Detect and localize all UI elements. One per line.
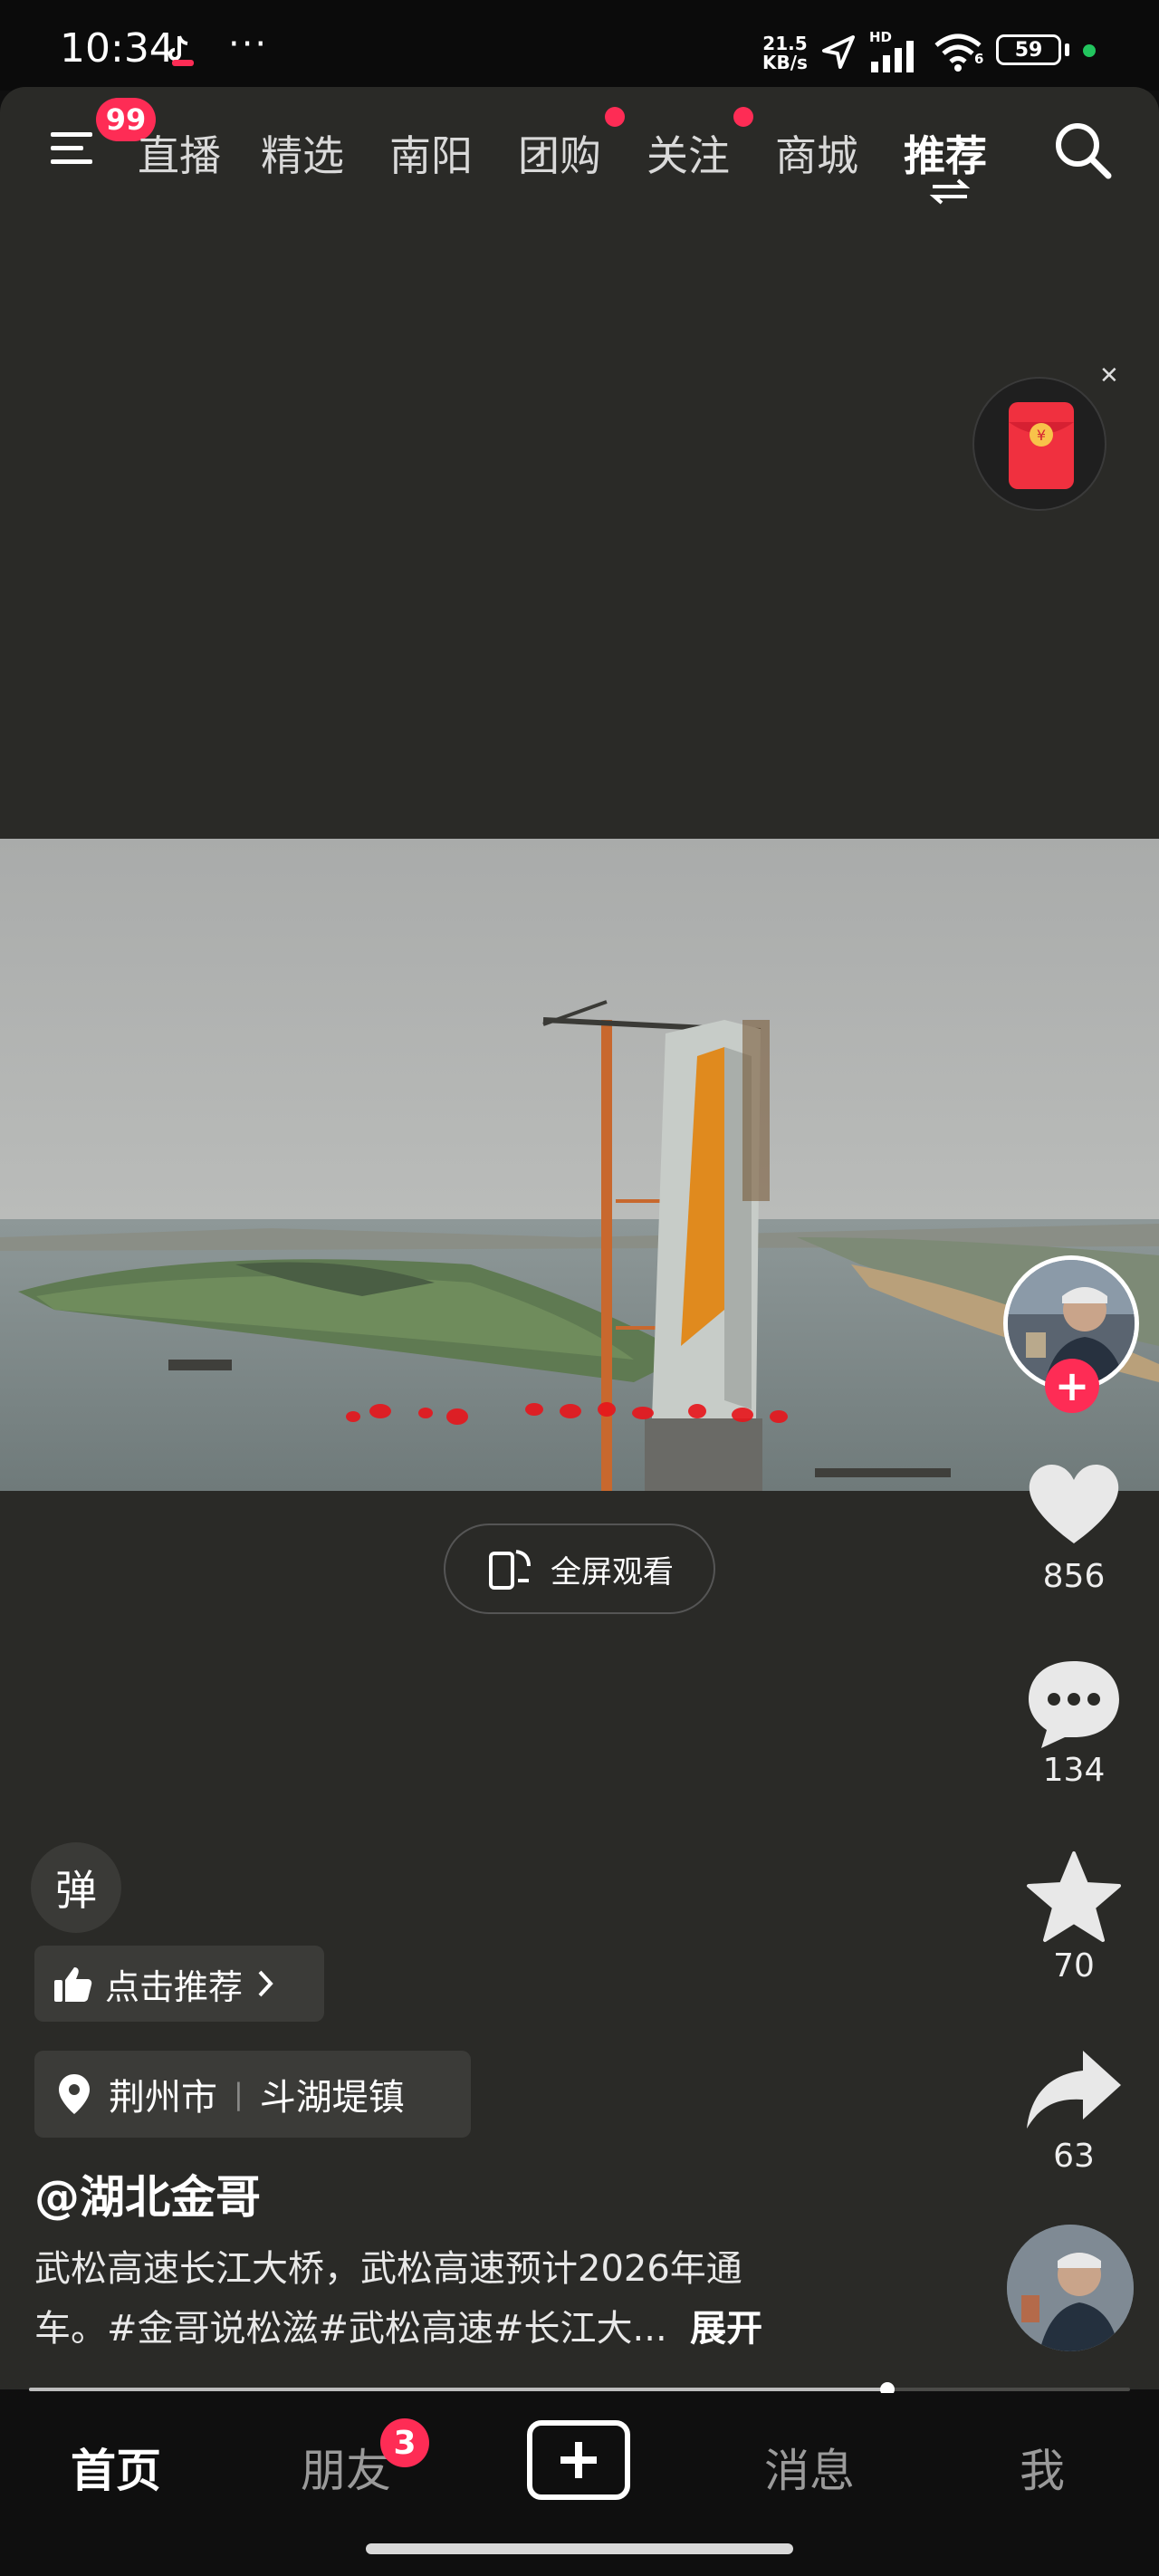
menu-icon[interactable]: [47, 123, 101, 174]
home-indicator[interactable]: [366, 2543, 793, 2554]
star-icon[interactable]: [1020, 1848, 1128, 1947]
video-frame-image: [0, 839, 1159, 1491]
tab-me[interactable]: 我: [1020, 2435, 1065, 2500]
tab-nanyang[interactable]: 南阳: [389, 123, 473, 183]
location-tag[interactable]: 荆州市 | 斗湖堤镇: [34, 2051, 471, 2138]
video-player[interactable]: [0, 839, 1159, 1491]
danmu-label: 弹: [55, 1866, 97, 1915]
caption-line-2: 车。#金哥说松滋#武松高速#长江大...: [34, 2308, 667, 2350]
share-count: 63: [1053, 2138, 1095, 2175]
like-count: 856: [1042, 1558, 1106, 1595]
phone-rotate-icon: [489, 1550, 531, 1590]
status-time: 10:34: [60, 25, 175, 72]
heart-icon[interactable]: [1020, 1453, 1128, 1552]
follow-button[interactable]: +: [1045, 1359, 1099, 1413]
tab-group-buy[interactable]: 团购: [518, 123, 601, 183]
group-buy-dot: [605, 107, 625, 127]
chevron-right-icon: [258, 1970, 273, 1997]
fullscreen-label: 全屏观看: [551, 1553, 674, 1591]
share-icon[interactable]: [1020, 2042, 1128, 2141]
thumbs-up-icon: [54, 1967, 92, 2002]
privacy-indicator: [1083, 44, 1096, 57]
danmu-button[interactable]: 弹: [31, 1842, 121, 1933]
comment-icon[interactable]: [1020, 1654, 1128, 1754]
location-divider: |: [234, 2077, 244, 2111]
fullscreen-button[interactable]: 全屏观看: [444, 1523, 715, 1614]
battery-indicator: 59: [996, 34, 1061, 65]
location-town: 斗湖堤镇: [259, 2077, 405, 2119]
plus-icon: [560, 2442, 597, 2478]
following-dot: [733, 107, 753, 127]
location-arrow-icon: [822, 35, 855, 69]
author-name[interactable]: @湖北金哥: [34, 2161, 261, 2226]
tab-home[interactable]: 首页: [71, 2435, 161, 2500]
wifi-generation: 6: [974, 51, 984, 67]
favorite-count: 70: [1053, 1947, 1095, 1985]
network-speed-unit: KB/s: [762, 52, 808, 73]
tab-friends[interactable]: 朋友: [301, 2435, 391, 2500]
tab-mall[interactable]: 商城: [775, 123, 858, 183]
red-packet-button[interactable]: ¥: [972, 377, 1106, 511]
caption-line-1: 武松高速长江大桥，武松高速预计2026年通: [34, 2248, 742, 2290]
tab-live-label: 直播: [139, 131, 221, 180]
music-disc-image: [1007, 2225, 1134, 2351]
switch-feed-icon[interactable]: [927, 178, 972, 205]
create-button[interactable]: [527, 2420, 630, 2500]
tab-featured[interactable]: 精选: [261, 123, 344, 183]
expand-link[interactable]: 展开: [690, 2308, 762, 2350]
cellular-signal-icon: [871, 41, 914, 72]
tab-recommend[interactable]: 推荐: [904, 123, 987, 183]
svg-text:¥: ¥: [1037, 427, 1046, 444]
battery-tip: [1065, 43, 1069, 56]
recommend-button[interactable]: 点击推荐: [34, 1946, 324, 2022]
tab-live[interactable]: 直播: [139, 123, 221, 183]
location-pin-icon: [59, 2074, 90, 2114]
search-icon[interactable]: [1050, 118, 1114, 181]
recommend-label: 点击推荐: [105, 1966, 244, 2007]
close-icon[interactable]: ✕: [1099, 362, 1119, 389]
tiktok-notification-icon: [168, 35, 194, 66]
tab-following[interactable]: 关注: [647, 123, 730, 183]
tab-messages[interactable]: 消息: [764, 2435, 855, 2500]
progress-fill: [29, 2388, 888, 2391]
friends-badge: 3: [380, 2418, 429, 2467]
red-packet-icon: ¥: [1009, 402, 1074, 489]
network-speed: 21.5 KB/s: [762, 34, 808, 72]
music-disc[interactable]: [1007, 2225, 1134, 2351]
network-speed-value: 21.5: [762, 33, 808, 54]
comment-count: 134: [1042, 1752, 1106, 1789]
location-city: 荆州市: [109, 2077, 217, 2119]
status-more-icon: ···: [228, 24, 269, 65]
video-caption[interactable]: 武松高速长江大桥，武松高速预计2026年通 车。#金哥说松滋#武松高速#长江大.…: [34, 2239, 940, 2359]
